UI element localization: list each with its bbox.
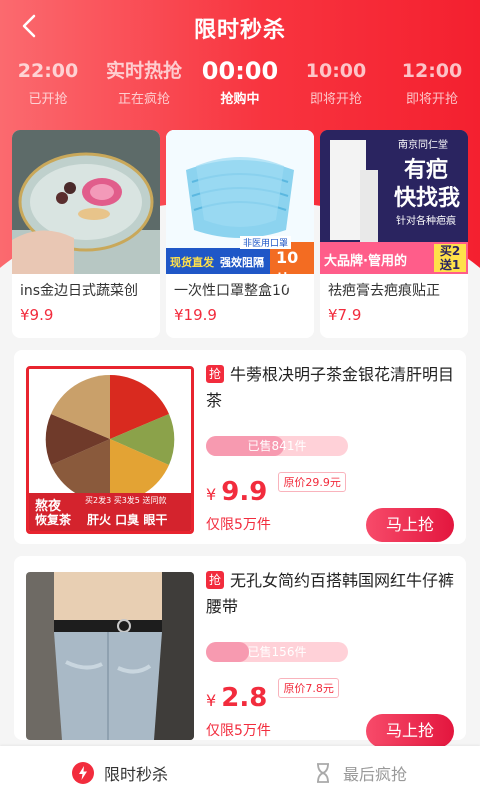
sold-progress: 已售156件	[206, 642, 348, 662]
stock-limit: 仅限5万件	[206, 517, 271, 533]
slogan: 针对各种疤痕	[396, 216, 456, 227]
product-tag: 强效阻隔	[220, 256, 264, 269]
product-name: ins金边日式蔬菜创	[20, 283, 139, 299]
slogan: 快找我	[394, 186, 461, 211]
slot-hot[interactable]: 实时热抢 正在疯抢	[96, 58, 192, 118]
currency: ¥	[206, 485, 217, 504]
slot-time: 22:00	[17, 60, 79, 82]
top-product-card[interactable]: ins金边日式蔬菜创 ¥9.9	[12, 130, 160, 338]
slot-status: 已开抢	[28, 92, 68, 107]
slot-2200[interactable]: 22:00 已开抢	[0, 58, 96, 118]
currency: ¥	[206, 691, 217, 710]
slot-0000-active[interactable]: 00:00 抢购中	[192, 58, 288, 118]
top-product-card[interactable]: 南京同仁堂 有疤 快找我 针对各种疤痕 大品牌·管用的 买2送1 祛疤膏去疤痕贴…	[320, 130, 468, 338]
product-price: ¥9.9	[20, 306, 54, 324]
product-name: 祛疤膏去疤痕贴正	[328, 283, 440, 299]
product-image: 熬夜 恢复茶 买2发3 买3发5 送同款 肝火 口臭 眼干	[26, 366, 194, 534]
product-image: 南京同仁堂 有疤 快找我 针对各种疤痕 大品牌·管用的 买2送1	[320, 130, 468, 274]
item-title: 抢无孔女简约百搭韩国网红牛仔裤腰带	[206, 568, 454, 620]
price-row: ¥ 9.9 原价29.9元	[206, 472, 346, 507]
sold-count: 已售156件	[247, 645, 307, 659]
slot-1200[interactable]: 12:00 即将开抢	[384, 58, 480, 118]
flash-sale-item[interactable]: 抢无孔女简约百搭韩国网红牛仔裤腰带 已售156件 ¥ 2.8 原价7.8元 仅限…	[14, 556, 466, 748]
image-tags: 肝火 口臭 眼干	[87, 513, 168, 527]
item-info: 抢无孔女简约百搭韩国网红牛仔裤腰带 已售156件 ¥ 2.8 原价7.8元 仅限…	[206, 568, 454, 748]
product-price: ¥7.9	[328, 306, 362, 324]
sold-progress: 已售841件	[206, 436, 348, 456]
tab-label: 限时秒杀	[103, 765, 168, 784]
item-title: 抢牛蒡根决明子茶金银花清肝明目茶	[206, 362, 454, 414]
bottom-tab-bar: 限时秒杀 最后疯抢	[0, 746, 480, 800]
original-price: 原价7.8元	[278, 678, 339, 698]
product-image: 非医用口罩 现货直发 强效阻隔 10片	[166, 130, 314, 290]
product-badge: 10片	[276, 248, 299, 290]
slot-time: 00:00	[201, 57, 279, 85]
top-product-card[interactable]: 非医用口罩 现货直发 强效阻隔 10片 一次性口罩整盒10 ¥19.9	[166, 130, 314, 338]
grab-button[interactable]: 马上抢	[366, 714, 454, 748]
top-bar: 限时秒杀	[0, 0, 480, 52]
slot-status: 即将开抢	[405, 92, 458, 107]
image-promo: 买2发3 买3发5 送同款	[85, 496, 167, 505]
item-name: 牛蒡根决明子茶金银花清肝明目茶	[206, 365, 455, 410]
slot-1000[interactable]: 10:00 即将开抢	[288, 58, 384, 118]
price-row: ¥ 2.8 原价7.8元	[206, 678, 339, 713]
original-price: 原价29.9元	[278, 472, 346, 492]
sold-count: 已售841件	[247, 439, 307, 453]
item-name: 无孔女简约百搭韩国网红牛仔裤腰带	[206, 571, 455, 616]
slot-status: 即将开抢	[309, 92, 362, 107]
product-image	[26, 572, 194, 740]
sale-price: 9.9	[221, 477, 268, 507]
page-title: 限时秒杀	[193, 18, 286, 43]
flash-sale-item[interactable]: 熬夜 恢复茶 买2发3 买3发5 送同款 肝火 口臭 眼干 抢牛蒡根决明子茶金银…	[14, 350, 466, 544]
slot-status: 抢购中	[220, 92, 260, 107]
tab-flash-sale[interactable]: 限时秒杀	[0, 746, 240, 800]
product-price: ¥19.9	[174, 306, 217, 324]
promo-label: 大品牌·管用的	[324, 254, 407, 269]
slot-time: 10:00	[305, 60, 367, 82]
sale-price: 2.8	[221, 683, 268, 713]
time-slot-tabs: 22:00 已开抢 实时热抢 正在疯抢 00:00 抢购中 10:00 即将开抢…	[0, 58, 480, 118]
grab-tag-icon: 抢	[206, 365, 224, 383]
product-image	[12, 130, 160, 274]
grab-button[interactable]: 马上抢	[366, 508, 454, 542]
image-title: 恢复茶	[35, 513, 72, 527]
slot-time: 实时热抢	[105, 60, 182, 82]
lightning-icon	[71, 762, 94, 784]
tab-last-grab[interactable]: 最后疯抢	[240, 746, 480, 800]
buy-badge: 买2送1	[434, 244, 466, 272]
stock-limit: 仅限5万件	[206, 723, 271, 739]
tab-label: 最后疯抢	[342, 765, 407, 784]
product-tag: 现货直发	[170, 256, 214, 269]
hourglass-icon	[316, 763, 329, 783]
item-info: 抢牛蒡根决明子茶金银花清肝明目茶 已售841件 ¥ 9.9 原价29.9元 仅限…	[206, 362, 454, 542]
slot-status: 正在疯抢	[117, 92, 170, 107]
grab-tag-icon: 抢	[206, 571, 224, 589]
slot-time: 12:00	[401, 60, 463, 82]
brand-label: 南京同仁堂	[398, 140, 448, 151]
top-products-row: ins金边日式蔬菜创 ¥9.9 非医用口罩 现货直发 强效阻隔 10片 一次性口…	[12, 130, 468, 338]
